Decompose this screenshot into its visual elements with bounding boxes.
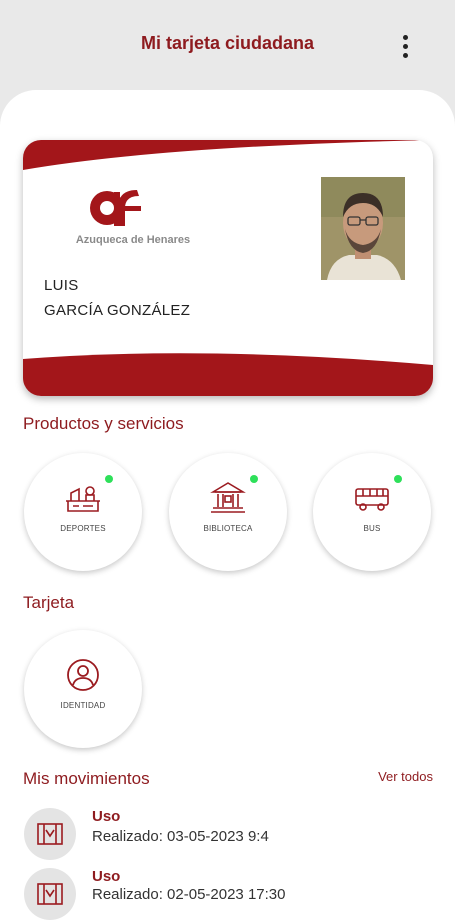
movements-section-title: Mis movimientos <box>23 769 150 788</box>
bus-icon <box>355 488 389 511</box>
movement-detail: Realizado: 03-05-2023 9:4 <box>92 828 269 845</box>
service-label: IDENTIDAD <box>60 701 106 710</box>
service-identity[interactable]: IDENTIDAD <box>24 630 142 748</box>
products-section-title: Productos y servicios <box>23 414 184 433</box>
movement-detail: Realizado: 02-05-2023 17:30 <box>92 886 286 903</box>
citizen-card[interactable]: Azuqueca de Henares LUIS GARCÍA GONZÁLEZ <box>23 140 433 396</box>
sports-icon <box>24 808 76 860</box>
sports-icon <box>66 486 100 512</box>
card-top-wave <box>23 140 433 170</box>
active-status-dot <box>394 475 402 483</box>
service-label: DEPORTES <box>60 524 106 533</box>
municipality-name: Azuqueca de Henares <box>75 234 191 246</box>
service-bus[interactable]: BUS <box>313 453 431 571</box>
card-bottom-wave <box>23 353 433 396</box>
movement-type: Uso <box>92 808 121 825</box>
sports-icon <box>24 868 76 920</box>
active-status-dot <box>105 475 113 483</box>
holder-first-name: LUIS <box>44 277 79 294</box>
user-icon <box>67 659 99 691</box>
page-title: Mi tarjeta ciudadana <box>140 33 315 53</box>
service-library[interactable]: BIBLIOTECA <box>169 453 287 571</box>
library-icon <box>210 482 246 513</box>
holder-last-name: GARCÍA GONZÁLEZ <box>44 302 191 319</box>
card-section-title: Tarjeta <box>23 593 75 612</box>
service-sports[interactable]: DEPORTES <box>24 453 142 571</box>
more-vertical-icon[interactable] <box>392 30 418 62</box>
movement-type: Uso <box>92 868 121 885</box>
see-all-link[interactable]: Ver todos <box>378 769 433 784</box>
service-label: BUS <box>363 524 381 533</box>
holder-photo <box>321 177 405 280</box>
municipality-logo-icon <box>90 190 141 226</box>
active-status-dot <box>250 475 258 483</box>
app-bar: Mi tarjeta ciudadana <box>0 0 455 92</box>
service-label: BIBLIOTECA <box>203 524 253 533</box>
